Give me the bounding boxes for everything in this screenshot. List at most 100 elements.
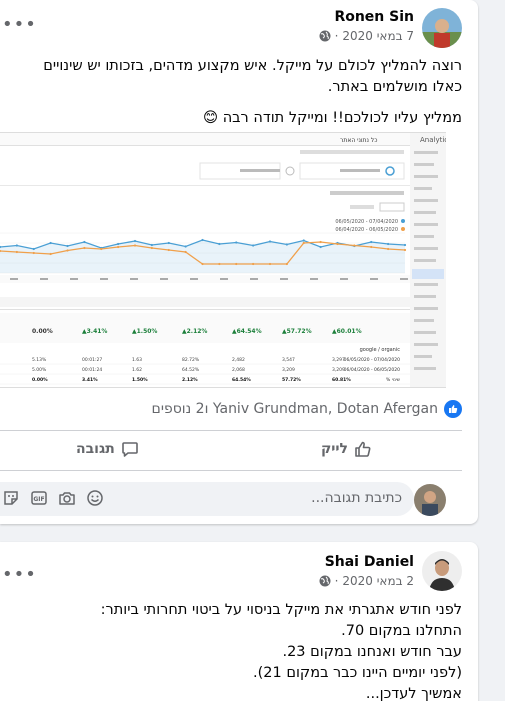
divider [0, 470, 462, 471]
chart-point [66, 244, 69, 248]
chart-point [218, 242, 221, 246]
summary-row: ▲60.01% ▲57.72% ▲64.54% ▲2.12% ▲1.50% ▲3.41% 0… [0, 313, 410, 343]
chart-point [252, 262, 255, 266]
chart-point [201, 262, 204, 266]
summary-cell: ▲3.41% [82, 328, 107, 335]
summary-cell: ▲64.54% [232, 328, 262, 335]
table-cell: 64.52% [182, 367, 200, 373]
table-cell: 3,209 [282, 367, 295, 373]
chart-point [49, 241, 52, 245]
chart-point [319, 240, 322, 244]
gif-icon[interactable]: GIF [30, 489, 48, 507]
thumbs-up-icon [355, 441, 371, 457]
chart-point [387, 242, 390, 246]
table-cell: 1.50% [132, 377, 148, 383]
summary-cell: ▲2.12% [182, 328, 207, 335]
emoji-icon[interactable] [86, 489, 104, 507]
post-line: (לפני יומיים היינו כבר במקום 21). [253, 665, 462, 681]
post-line: התחלנו במקום 70. [341, 623, 462, 639]
comment-bubble-icon [121, 442, 138, 457]
chart-point [302, 239, 305, 242]
chart-point [336, 242, 339, 246]
chart-point [66, 249, 69, 252]
reactions-summary[interactable]: Yaniv Grundman, Dotan Afergan ו2 נוספים [152, 400, 462, 418]
table-cell: 2.12% [182, 377, 198, 383]
comment-button[interactable]: תגובה [76, 440, 139, 458]
more-options-icon[interactable]: ••• [2, 566, 37, 584]
table-cell: 60.81% [332, 377, 351, 383]
chart-point [285, 262, 288, 266]
chart-legend-2: 06/04/2020 - 06/05/2020 [335, 227, 398, 233]
chart-point [201, 238, 204, 242]
chart-point [370, 245, 373, 249]
comment-placeholder: כתיבת תגובה... [311, 490, 402, 506]
post-author[interactable]: Ronen Sin [334, 9, 414, 25]
table-cell: 1.63 [132, 357, 142, 363]
table-cell: 0.00% [32, 377, 48, 383]
chart-point [133, 244, 137, 247]
chart-point [184, 245, 187, 248]
svg-text:GIF: GIF [33, 496, 44, 503]
sticker-icon[interactable] [2, 489, 20, 507]
avatar[interactable] [422, 8, 462, 48]
table-cell: 64.54% [232, 377, 251, 383]
table-cell: 5.00% [32, 367, 47, 373]
comment-composer: כתיבת תגובה... GIF [0, 482, 462, 518]
post-date[interactable]: 7 במאי 2020 [342, 29, 414, 43]
post-card: ••• Shai Daniel 2 במאי 2020 · לפני חודש … [0, 542, 478, 701]
chart-point [184, 250, 187, 254]
post-text: לפני חודש אתגרתי את מייקל בניסוי על ביטו… [10, 600, 462, 701]
chart-point [268, 262, 272, 266]
chart-point [370, 240, 373, 244]
chart-point [252, 244, 255, 247]
like-badge-icon [444, 400, 462, 418]
chart-point [117, 242, 120, 246]
table-cell: 3,297 [332, 357, 345, 363]
chart-point [302, 241, 305, 245]
chart-point [15, 244, 18, 247]
more-options-icon[interactable]: ••• [2, 16, 37, 34]
chart-point [167, 241, 170, 245]
chart-point [117, 245, 120, 249]
comment-input[interactable]: כתיבת תגובה... GIF [0, 482, 414, 516]
summary-cell: 0.00% [32, 328, 53, 335]
chart-point [100, 247, 103, 251]
chart-point [133, 239, 137, 243]
row-label: google / organic [360, 347, 401, 353]
camera-icon[interactable] [58, 489, 76, 507]
like-button[interactable]: לייק [321, 440, 372, 458]
table-cell: 2,068 [232, 367, 245, 373]
chart-point [235, 262, 238, 266]
post-date[interactable]: 2 במאי 2020 [342, 574, 414, 588]
chart-point [49, 252, 52, 256]
summary-cell: ▲57.72% [282, 328, 312, 335]
reactions-text[interactable]: Yaniv Grundman, Dotan Afergan ו2 נוספים [152, 401, 438, 417]
avatar[interactable] [422, 551, 462, 591]
table-cell: 1.62 [132, 367, 142, 373]
chart-point [268, 240, 272, 243]
app-title: Analytics [420, 136, 446, 144]
post-line: לפני חודש אתגרתי את מייקל בניסוי על ביטו… [100, 602, 462, 618]
chart-point [15, 250, 18, 254]
post-line: אמשיך לעדכן... [365, 686, 462, 701]
chart-point [150, 243, 153, 247]
chart-point [353, 244, 356, 247]
chart-point [235, 241, 238, 244]
table-cell: 2,482 [232, 357, 245, 363]
divider [0, 430, 462, 431]
post-author[interactable]: Shai Daniel [325, 554, 414, 570]
avatar[interactable] [414, 484, 446, 516]
chart-point [403, 248, 407, 252]
summary-cell: ▲1.50% [132, 328, 157, 335]
chart-point [285, 243, 288, 246]
globe-icon [319, 30, 331, 42]
post-line: עבר חודש ואנחנו במקום 23. [282, 644, 462, 660]
table-cell: 00:01:27 [82, 357, 102, 363]
chart-point [387, 247, 390, 251]
post-paragraph: ממליץ עליו לכולכם!! ומייקל תודה רבה 😊 [202, 110, 462, 126]
table-cell: 3,209 [332, 367, 345, 373]
globe-icon [319, 575, 331, 587]
table-cell: 5.13% [32, 357, 47, 363]
post-text: רוצה להמליץ לכולם על מייקל. איש מקצוע מד… [10, 56, 462, 129]
post-image[interactable]: Analytics כל נתוני האתר [0, 132, 446, 388]
